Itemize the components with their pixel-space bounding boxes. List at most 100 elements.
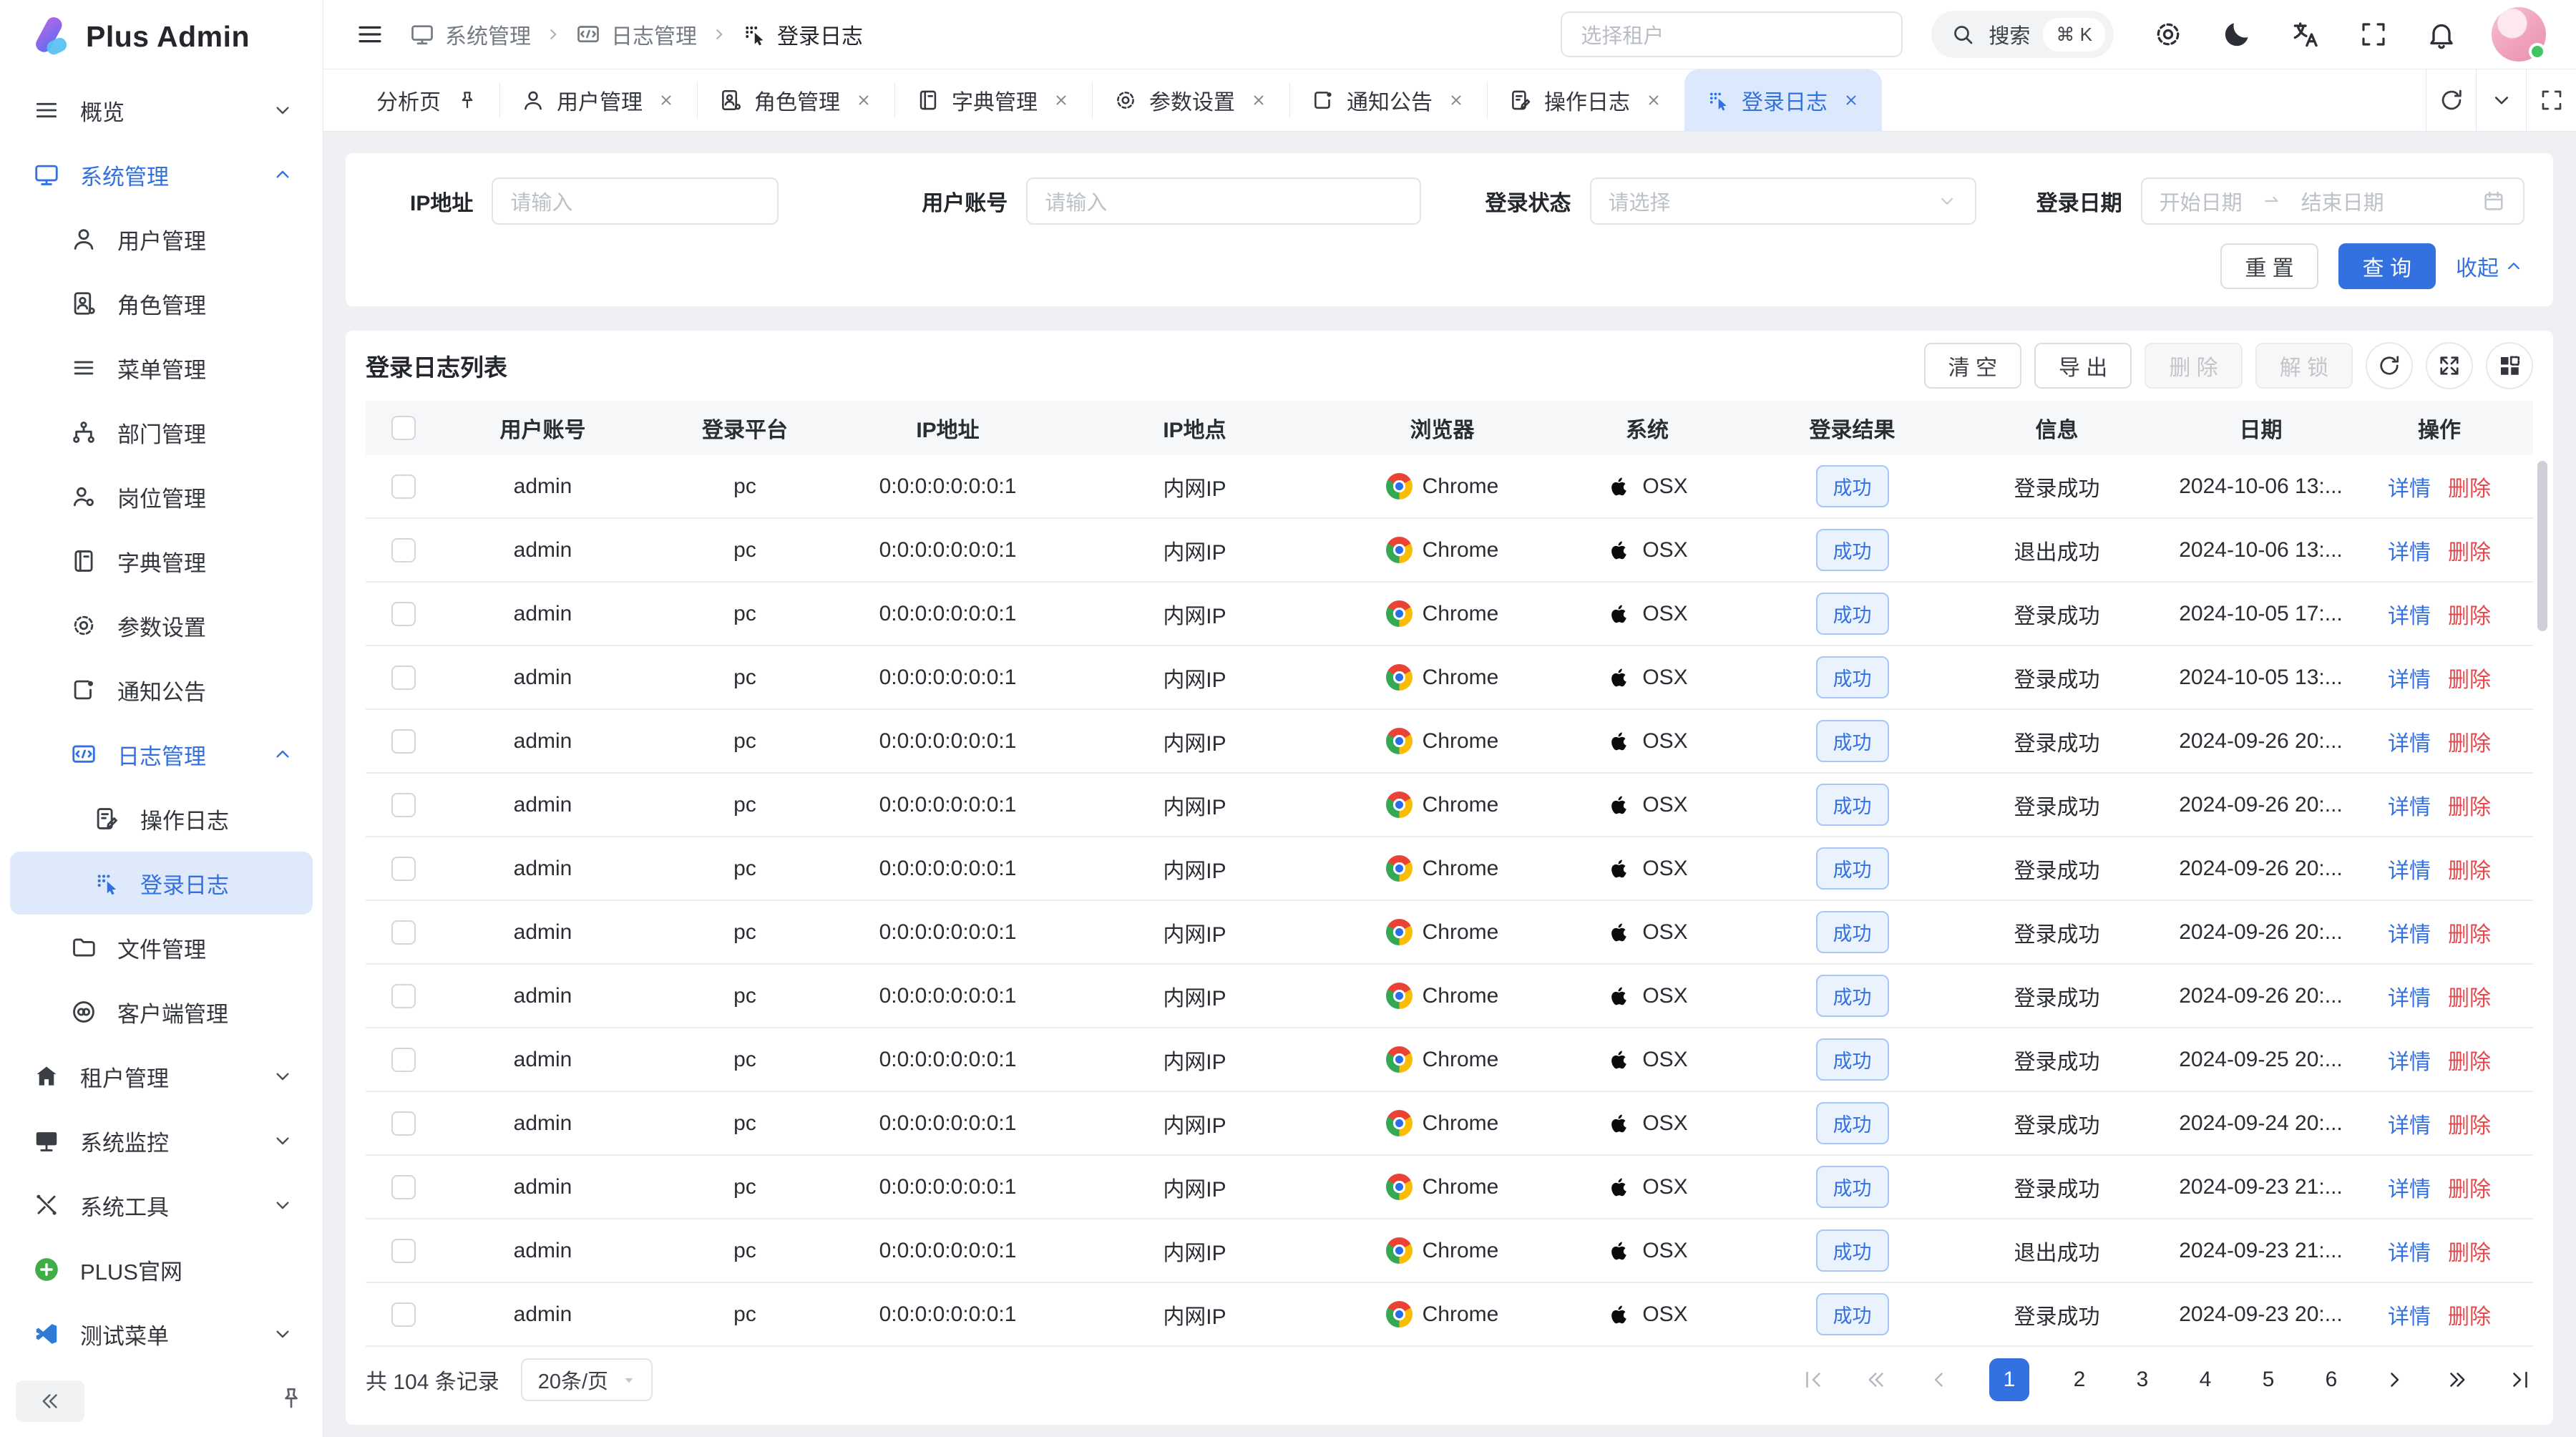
row-checkbox[interactable] — [391, 920, 416, 945]
select-all-checkbox[interactable] — [391, 416, 416, 440]
login-date-range-picker[interactable]: 开始日期 结束日期 — [2141, 177, 2524, 225]
detail-link[interactable]: 详情 — [2388, 471, 2431, 502]
delete-link[interactable]: 删除 — [2448, 1044, 2491, 1076]
notification-bell-icon[interactable] — [2426, 19, 2457, 50]
table-fullscreen-button[interactable] — [2426, 342, 2473, 389]
row-checkbox[interactable] — [391, 538, 416, 562]
sidebar-item-tenant[interactable]: 租户管理 — [10, 1045, 313, 1108]
page-number-2[interactable]: 2 — [2067, 1368, 2092, 1392]
row-checkbox[interactable] — [391, 666, 416, 690]
tab-登录日志[interactable]: 登录日志 — [1684, 69, 1882, 131]
tab-分析页[interactable]: 分析页 — [355, 69, 499, 131]
sidebar-item-plus-site[interactable]: PLUS官网 — [10, 1238, 313, 1301]
fullscreen-icon[interactable] — [2358, 19, 2389, 49]
close-icon[interactable] — [657, 91, 675, 109]
sidebar-item-oplog[interactable]: 操作日志 — [10, 787, 313, 850]
table-refresh-button[interactable] — [2366, 342, 2413, 389]
page-number-4[interactable]: 4 — [2192, 1368, 2218, 1392]
detail-link[interactable]: 详情 — [2388, 1235, 2431, 1267]
tab-用户管理[interactable]: 用户管理 — [499, 69, 697, 131]
tabs-more-button[interactable] — [2476, 69, 2526, 131]
close-icon[interactable] — [1249, 91, 1268, 109]
page-size-select[interactable]: 20条/页 — [521, 1358, 653, 1401]
query-button[interactable]: 查 询 — [2338, 243, 2436, 289]
dark-mode-moon-icon[interactable] — [2221, 19, 2253, 50]
sidebar-item-dev[interactable]: 日志管理 — [10, 723, 313, 786]
sidebar-item-workflow[interactable]: 工作流 — [10, 1367, 313, 1375]
row-checkbox[interactable] — [391, 793, 416, 817]
delete-link[interactable]: 删除 — [2448, 1171, 2491, 1203]
tab-操作日志[interactable]: 操作日志 — [1487, 69, 1684, 131]
delete-link[interactable]: 删除 — [2448, 726, 2491, 757]
first-page-button[interactable] — [1800, 1368, 1826, 1392]
tenant-select-input[interactable]: 选择租户 — [1561, 11, 1903, 57]
row-checkbox[interactable] — [391, 729, 416, 754]
sidebar-item-post[interactable]: 岗位管理 — [10, 465, 313, 528]
detail-link[interactable]: 详情 — [2388, 789, 2431, 821]
breadcrumb-item-system[interactable]: 系统管理 — [409, 19, 531, 50]
next-page-button[interactable] — [2381, 1368, 2407, 1392]
detail-link[interactable]: 详情 — [2388, 1108, 2431, 1139]
sidebar-item-menu[interactable]: 概览 — [10, 79, 313, 142]
content-fullscreen-button[interactable] — [2526, 69, 2576, 131]
row-checkbox[interactable] — [391, 602, 416, 626]
row-checkbox[interactable] — [391, 1239, 416, 1263]
row-checkbox[interactable] — [391, 474, 416, 499]
detail-link[interactable]: 详情 — [2388, 917, 2431, 948]
close-icon[interactable] — [1052, 91, 1070, 109]
page-number-5[interactable]: 5 — [2255, 1368, 2281, 1392]
detail-link[interactable]: 详情 — [2388, 598, 2431, 630]
user-avatar[interactable] — [2492, 7, 2546, 62]
close-icon[interactable] — [1447, 91, 1465, 109]
sidebar-item-vscode[interactable]: 测试菜单 — [10, 1302, 313, 1365]
delete-link[interactable]: 删除 — [2448, 598, 2491, 630]
row-checkbox[interactable] — [391, 984, 416, 1008]
row-checkbox[interactable] — [391, 1111, 416, 1136]
row-checkbox[interactable] — [391, 1048, 416, 1072]
sidebar-item-lines[interactable]: 菜单管理 — [10, 336, 313, 399]
sidebar-item-monitor[interactable]: 系统管理 — [10, 143, 313, 206]
sidebar-item-gear[interactable]: 参数设置 — [10, 594, 313, 657]
reset-button[interactable]: 重 置 — [2220, 243, 2318, 289]
table-scrollbar-thumb[interactable] — [2537, 461, 2547, 631]
sidebar-item-tools[interactable]: 系统工具 — [10, 1174, 313, 1237]
delete-link[interactable]: 删除 — [2448, 662, 2491, 693]
tab-字典管理[interactable]: 字典管理 — [894, 69, 1092, 131]
breadcrumb-item-login-log[interactable]: 登录日志 — [741, 19, 863, 50]
row-checkbox[interactable] — [391, 857, 416, 881]
delete-link[interactable]: 删除 — [2448, 853, 2491, 885]
breadcrumb-item-log[interactable]: 日志管理 — [575, 19, 697, 50]
collapse-filter-link[interactable]: 收起 — [2456, 250, 2524, 282]
sidebar-item-folder[interactable]: 文件管理 — [10, 916, 313, 979]
tab-参数设置[interactable]: 参数设置 — [1092, 69, 1289, 131]
row-checkbox[interactable] — [391, 1175, 416, 1199]
sidebar-item-role[interactable]: 角色管理 — [10, 272, 313, 335]
global-search[interactable]: 搜索 ⌘ K — [1931, 11, 2114, 58]
status-select[interactable]: 请选择 — [1590, 177, 1976, 225]
tab-角色管理[interactable]: 角色管理 — [697, 69, 894, 131]
delete-link[interactable]: 删除 — [2448, 1108, 2491, 1139]
column-settings-button[interactable] — [2486, 342, 2533, 389]
row-checkbox[interactable] — [391, 1302, 416, 1327]
tab-通知公告[interactable]: 通知公告 — [1289, 69, 1487, 131]
delete-link[interactable]: 删除 — [2448, 535, 2491, 566]
sidebar-item-org[interactable]: 部门管理 — [10, 401, 313, 464]
page-number-6[interactable]: 6 — [2318, 1368, 2344, 1392]
account-input[interactable]: 请输入 — [1026, 177, 1420, 225]
sidebar-item-client[interactable]: 客户端管理 — [10, 980, 313, 1043]
page-number-1[interactable]: 1 — [1989, 1358, 2029, 1401]
delete-link[interactable]: 删除 — [2448, 1235, 2491, 1267]
sidebar-item-user[interactable]: 用户管理 — [10, 208, 313, 271]
page-number-3[interactable]: 3 — [2129, 1368, 2155, 1392]
toolbar-button-导出[interactable]: 导 出 — [2034, 343, 2132, 389]
last-page-button[interactable] — [2507, 1368, 2533, 1392]
sidebar-item-monitor2[interactable]: 系统监控 — [10, 1109, 313, 1172]
delete-link[interactable]: 删除 — [2448, 980, 2491, 1012]
detail-link[interactable]: 详情 — [2388, 662, 2431, 693]
sidebar-pin-button[interactable] — [278, 1385, 304, 1417]
sidebar-item-loginlog[interactable]: 登录日志 — [10, 852, 313, 915]
sidebar-item-notice[interactable]: 通知公告 — [10, 658, 313, 721]
delete-link[interactable]: 删除 — [2448, 1299, 2491, 1330]
delete-link[interactable]: 删除 — [2448, 471, 2491, 502]
delete-link[interactable]: 删除 — [2448, 917, 2491, 948]
